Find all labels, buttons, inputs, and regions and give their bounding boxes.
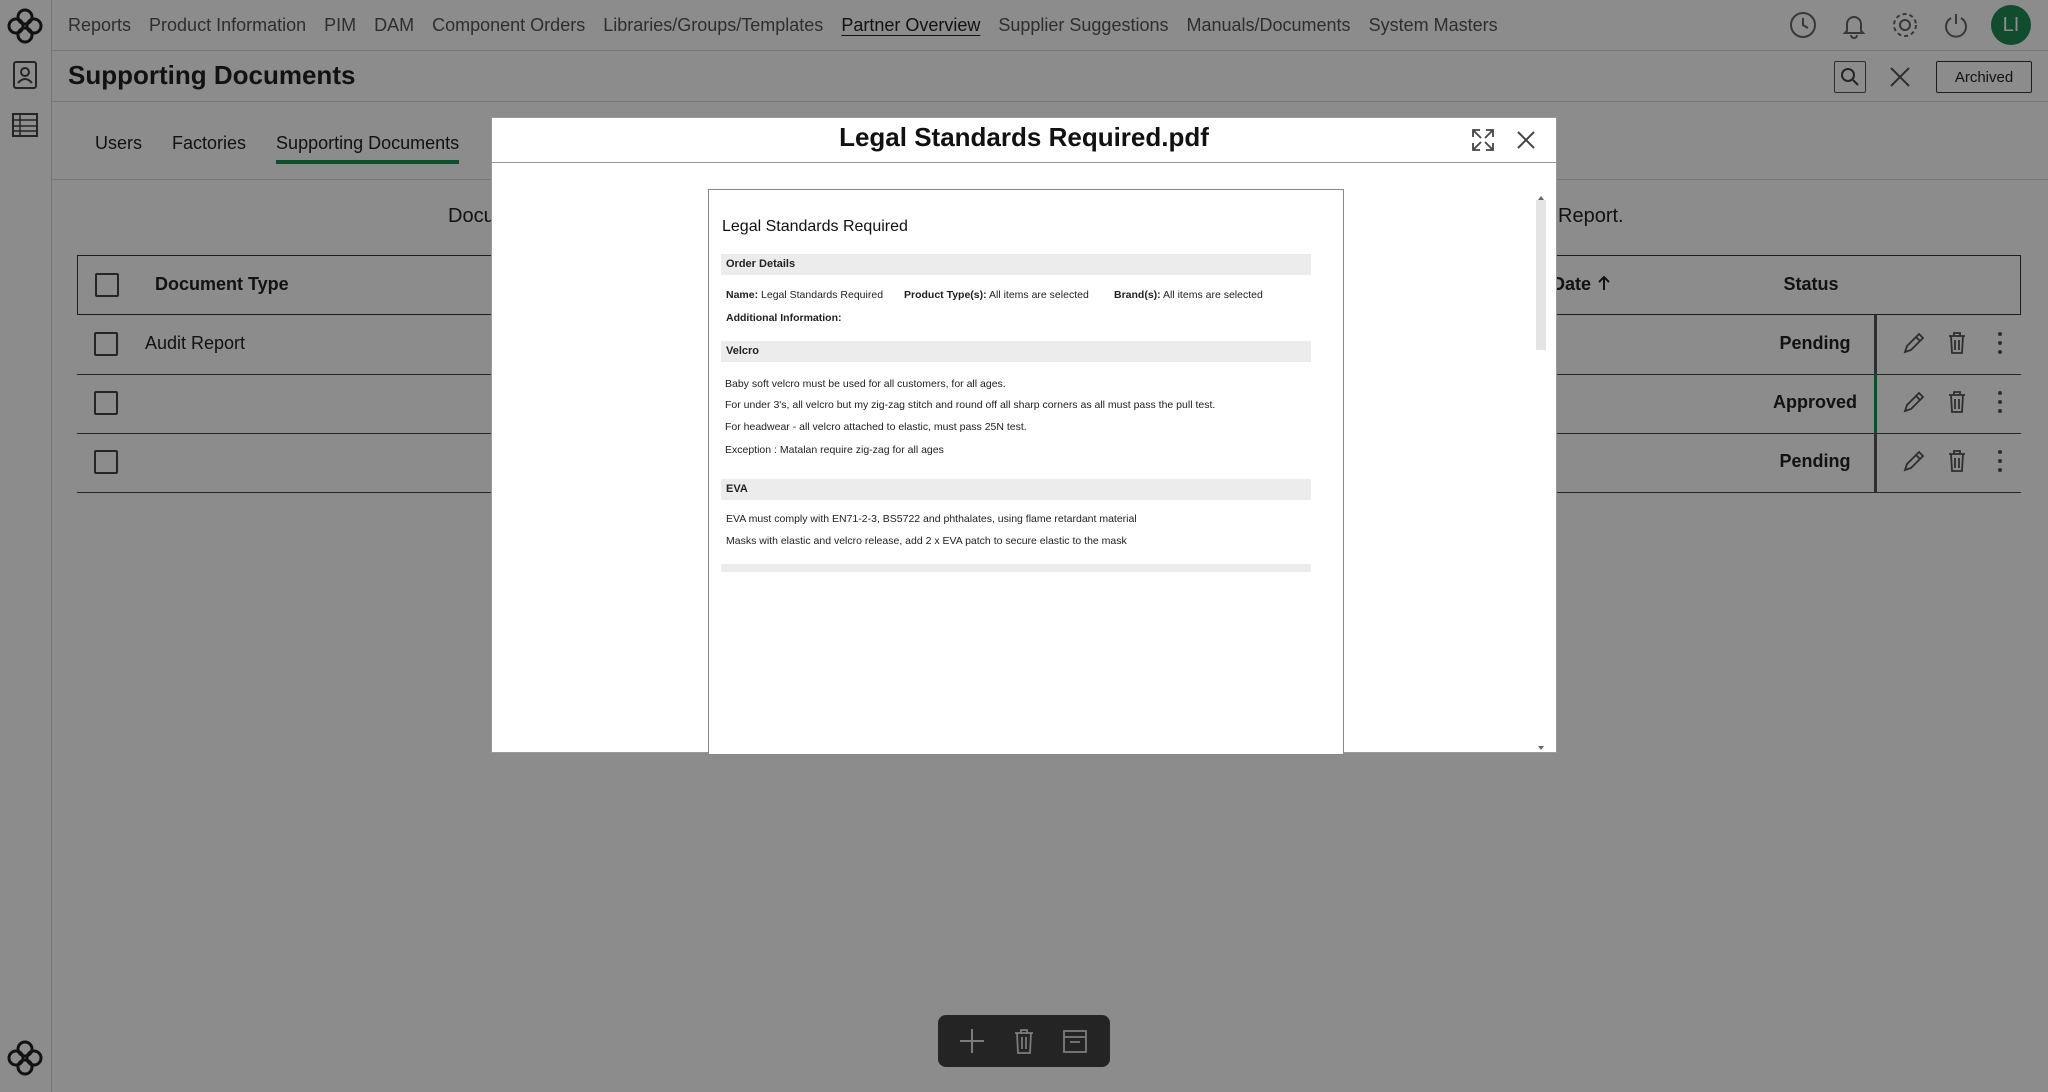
doc-name-label: Name: [726, 289, 759, 301]
scrollbar-thumb[interactable] [1536, 200, 1546, 350]
eva-line: EVA must comply with EN71-2-3, BS5722 an… [726, 513, 1137, 525]
modal-title: Legal Standards Required.pdf [839, 122, 1209, 152]
doc-brand-label: Brand(s): [1114, 289, 1161, 301]
velcro-line: For headwear - all velcro attached to el… [725, 421, 1027, 433]
velcro-line: Baby soft velcro must be used for all cu… [725, 378, 1006, 390]
doc-title: Legal Standards Required [722, 218, 908, 235]
section-order-details: Order Details [721, 254, 1311, 275]
doc-brand-value: All items are selected [1163, 289, 1263, 301]
section-eva: EVA [721, 479, 1311, 500]
expand-icon[interactable] [1470, 127, 1496, 153]
section-cutoff [721, 564, 1311, 572]
pdf-preview-modal: Legal Standards Required.pdf Legal Stand… [491, 117, 1557, 755]
section-velcro: Velcro [721, 341, 1311, 362]
pdf-page: Legal Standards Required Order Details N… [708, 189, 1344, 755]
scroll-down-icon[interactable] [1535, 743, 1547, 753]
doc-name-field: Name: Legal Standards Required [726, 289, 883, 301]
modal-header: Legal Standards Required.pdf [492, 118, 1556, 163]
doc-additional-info-label: Additional Information: [726, 312, 842, 324]
doc-name-value: Legal Standards Required [761, 289, 884, 301]
velcro-line: Exception : Matalan require zig-zag for … [725, 444, 944, 456]
velcro-line: For under 3's, all velcro but my zig-zag… [725, 399, 1216, 411]
eva-line: Masks with elastic and velcro release, a… [726, 535, 1127, 547]
doc-ptype-value: All items are selected [989, 289, 1089, 301]
doc-brand-field: Brand(s): All items are selected [1114, 289, 1263, 301]
doc-ptype-label: Product Type(s): [904, 289, 987, 301]
doc-product-type-field: Product Type(s): All items are selected [904, 289, 1089, 301]
close-icon[interactable] [1513, 127, 1539, 153]
